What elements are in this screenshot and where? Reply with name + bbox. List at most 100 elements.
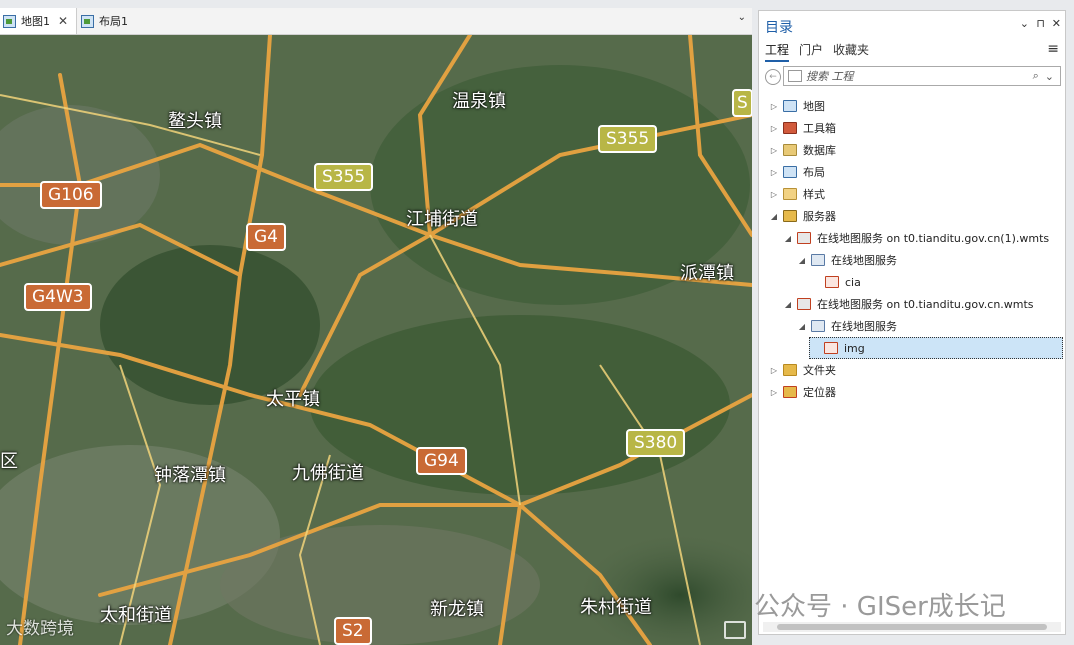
tree-item-wmts-connection-2[interactable]: ◢ 在线地图服务 on t0.tianditu.gov.cn.wmts	[783, 293, 1034, 315]
tab-layout1-label: 布局1	[99, 15, 128, 28]
place-label: 温泉镇	[452, 91, 506, 112]
tab-project[interactable]: 工程	[765, 41, 790, 62]
folder-icon	[783, 364, 797, 376]
wmts-connection-icon	[797, 298, 811, 310]
tree-item-label: 地图	[803, 100, 825, 113]
tree-item-toolboxes[interactable]: ▷ 工具箱	[769, 117, 836, 139]
tree-item-label: 在线地图服务 on t0.tianditu.gov.cn.wmts	[817, 298, 1034, 311]
catalog-pane: 目录 ⌄ ⊓ ✕ 工程 门户 收藏夹 ≡ ← 搜索 工程 ⌕ ⌄ ▷ 地图 ▷ …	[758, 10, 1066, 635]
tree-item-label: 在线地图服务	[831, 254, 897, 267]
place-label: 太平镇	[266, 389, 320, 410]
map-icon	[3, 14, 16, 28]
tree-item-map-service-1[interactable]: ◢ 在线地图服务	[797, 249, 897, 271]
map-canvas[interactable]: 鳌头镇 温泉镇 江埔街道 派潭镇 太平镇 钟落潭镇 九佛街道 新龙镇 朱村街道 …	[0, 35, 752, 645]
road-shield: G94	[416, 447, 467, 475]
tree-item-styles[interactable]: ▷ 样式	[769, 183, 825, 205]
tree-item-folders[interactable]: ▷ 文件夹	[769, 359, 836, 381]
expand-arrow-icon[interactable]: ▷	[769, 124, 779, 133]
close-icon[interactable]: ✕	[1052, 17, 1061, 30]
catalog-tabs: 工程 门户 收藏夹	[765, 41, 869, 62]
place-label: 九佛街道	[292, 463, 364, 484]
place-label: 派潭镇	[680, 263, 734, 284]
map-tab-bar: 地图1 ✕ 布局1 ⌄	[0, 8, 752, 35]
map-folder-icon	[783, 100, 797, 112]
map-service-icon	[811, 320, 825, 332]
road-shield: S355	[598, 125, 658, 153]
place-label: 区	[0, 451, 18, 472]
toolbox-icon	[783, 122, 797, 134]
back-arrow-icon[interactable]: ←	[765, 69, 781, 85]
tab-portal[interactable]: 门户	[799, 41, 823, 62]
layout-icon	[81, 14, 94, 28]
tree-item-label: 定位器	[803, 386, 836, 399]
map-navigator-icon[interactable]	[724, 621, 746, 639]
tab-layout1[interactable]: 布局1	[78, 8, 148, 34]
page-watermark: 公众号 · GISer成长记	[754, 592, 1006, 622]
hamburger-menu-icon[interactable]: ≡	[1047, 41, 1059, 57]
road-shield: G106	[40, 181, 102, 209]
close-icon[interactable]: ✕	[58, 14, 68, 28]
collapse-arrow-icon[interactable]: ◢	[769, 212, 779, 221]
server-icon	[783, 210, 797, 222]
tab-list-dropdown-icon[interactable]: ⌄	[738, 12, 746, 23]
pin-icon[interactable]: ⊓	[1036, 17, 1045, 30]
tree-item-layer-cia[interactable]: cia	[821, 271, 861, 293]
tab-map1-label: 地图1	[21, 15, 50, 28]
tree-item-label: 文件夹	[803, 364, 836, 377]
expand-arrow-icon[interactable]: ▷	[769, 168, 779, 177]
collapse-arrow-icon[interactable]: ◢	[783, 300, 793, 309]
style-icon	[783, 188, 797, 200]
pane-options-dropdown-icon[interactable]: ⌄	[1020, 17, 1029, 30]
layer-icon	[824, 342, 838, 354]
tree-item-label: 在线地图服务	[831, 320, 897, 333]
place-label: 鳌头镇	[168, 111, 222, 132]
horizontal-scrollbar[interactable]	[763, 622, 1061, 632]
road-shield: G4W3	[24, 283, 92, 311]
scrollbar-thumb[interactable]	[777, 624, 1047, 630]
catalog-search-input[interactable]: 搜索 工程 ⌕ ⌄	[783, 66, 1061, 86]
search-options-dropdown-icon[interactable]: ⌄	[1045, 70, 1054, 83]
tree-item-label: 样式	[803, 188, 825, 201]
tree-item-label: 服务器	[803, 210, 836, 223]
tree-item-servers[interactable]: ◢ 服务器	[769, 205, 836, 227]
tree-item-databases[interactable]: ▷ 数据库	[769, 139, 836, 161]
tree-item-wmts-connection-1[interactable]: ◢ 在线地图服务 on t0.tianditu.gov.cn(1).wmts	[783, 227, 1049, 249]
tree-item-label: cia	[845, 275, 861, 289]
expand-arrow-icon[interactable]: ▷	[769, 146, 779, 155]
layer-icon	[825, 276, 839, 288]
expand-arrow-icon[interactable]: ▷	[769, 190, 779, 199]
tree-item-map-service-2[interactable]: ◢ 在线地图服务	[797, 315, 897, 337]
expand-arrow-icon[interactable]: ▷	[769, 388, 779, 397]
map-pane: 地图1 ✕ 布局1 ⌄ 鳌头镇 温泉镇 江埔街道 派潭镇 太平镇 钟落潭镇 九佛…	[0, 8, 752, 645]
layout-icon	[783, 166, 797, 178]
road-shield: S380	[626, 429, 686, 457]
place-label: 江埔街道	[406, 209, 478, 230]
road-shield: S	[732, 89, 752, 117]
tree-item-layouts[interactable]: ▷ 布局	[769, 161, 825, 183]
tab-map1[interactable]: 地图1 ✕	[0, 8, 77, 34]
expand-arrow-icon[interactable]: ▷	[769, 366, 779, 375]
tree-item-label: 数据库	[803, 144, 836, 157]
database-icon	[783, 144, 797, 156]
search-placeholder: 搜索 工程	[806, 70, 854, 83]
tree-item-maps[interactable]: ▷ 地图	[769, 95, 825, 117]
search-icon[interactable]: ⌕	[1033, 69, 1039, 83]
road-shield: S2	[334, 617, 372, 645]
tree-item-label: 在线地图服务 on t0.tianditu.gov.cn(1).wmts	[817, 232, 1050, 245]
tree-item-layer-img[interactable]: img	[809, 337, 1063, 359]
expand-arrow-icon[interactable]: ▷	[769, 102, 779, 111]
tree-item-label: 布局	[803, 166, 825, 179]
place-label: 朱村街道	[580, 597, 652, 618]
catalog-title: 目录	[765, 20, 793, 36]
tree-item-locators[interactable]: ▷ 定位器	[769, 381, 836, 403]
wmts-connection-icon	[797, 232, 811, 244]
road-shield: S355	[314, 163, 374, 191]
map-corner-watermark: 大数跨境	[6, 619, 74, 639]
tab-favorites[interactable]: 收藏夹	[833, 41, 869, 62]
collapse-arrow-icon[interactable]: ◢	[797, 322, 807, 331]
collapse-arrow-icon[interactable]: ◢	[783, 234, 793, 243]
collapse-arrow-icon[interactable]: ◢	[797, 256, 807, 265]
tree-item-label: 工具箱	[803, 122, 836, 135]
road-shield: G4	[246, 223, 286, 251]
place-label: 新龙镇	[430, 599, 484, 620]
